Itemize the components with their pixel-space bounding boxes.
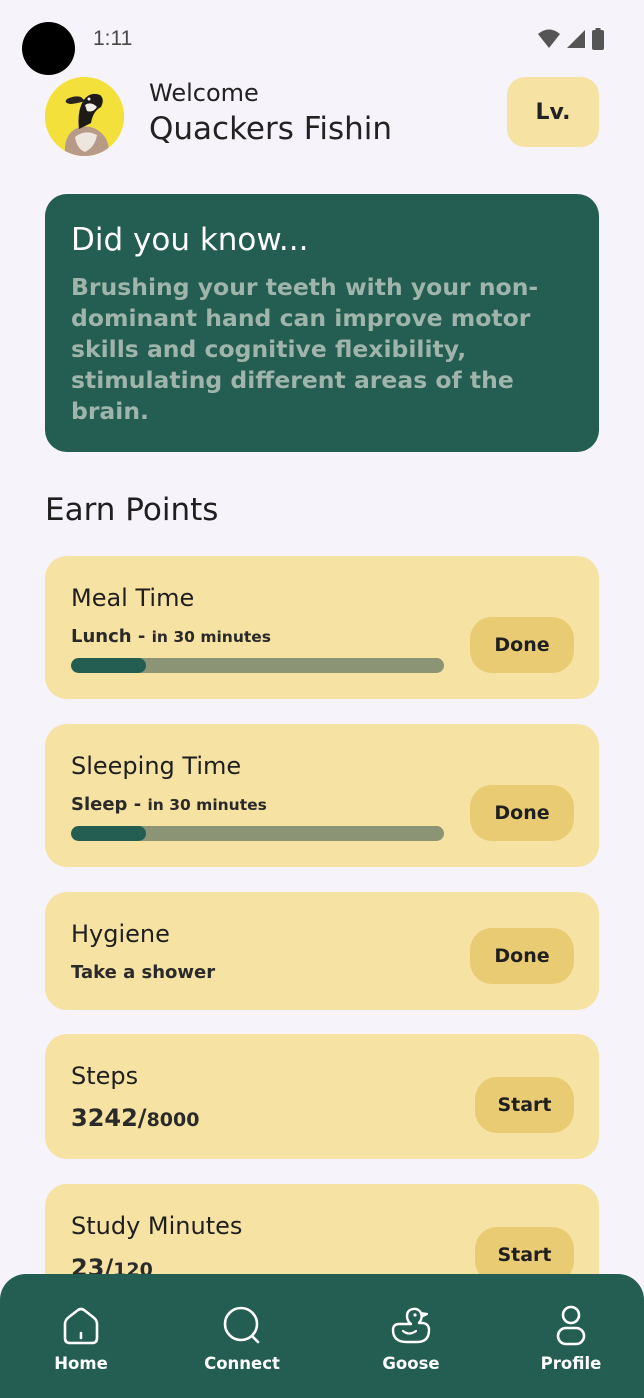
goose-avatar-image — [45, 77, 124, 156]
task-title: Sleeping Time — [71, 752, 242, 780]
user-name: Quackers Fishin — [149, 111, 393, 147]
task-title: Hygiene — [71, 920, 170, 948]
nav-label: Profile — [540, 1354, 602, 1373]
task-card-steps: Steps 3242/8000 Start — [45, 1034, 599, 1159]
nav-item-profile[interactable]: Profile — [516, 1304, 626, 1373]
search-icon — [223, 1306, 260, 1344]
task-subtitle: Take a shower — [71, 962, 216, 983]
steps-counter: 3242/8000 — [71, 1104, 199, 1132]
fact-card: Did you know... Brushing your teeth with… — [45, 194, 599, 452]
battery-icon — [592, 28, 604, 50]
duck-icon — [391, 1307, 431, 1344]
wifi-icon — [538, 29, 560, 48]
earn-points-title: Earn Points — [45, 492, 219, 528]
task-card-meal-time: Meal Time Lunch - in 30 minutes Done — [45, 556, 599, 699]
welcome-label: Welcome — [149, 79, 259, 107]
done-button[interactable]: Done — [470, 928, 574, 984]
person-icon — [556, 1305, 586, 1346]
task-card-sleeping-time: Sleeping Time Sleep - in 30 minutes Done — [45, 724, 599, 867]
done-button[interactable]: Done — [470, 617, 574, 673]
nav-label: Goose — [382, 1354, 440, 1373]
counter-goal: 8000 — [146, 1109, 200, 1131]
camera-cutout — [22, 22, 75, 75]
task-progress-bar — [71, 826, 444, 841]
task-sub-main: Sleep - — [71, 794, 142, 815]
nav-item-goose[interactable]: Goose — [356, 1304, 466, 1373]
task-card-hygiene: Hygiene Take a shower Done — [45, 892, 599, 1010]
fact-body: Brushing your teeth with your non-domina… — [71, 273, 539, 425]
task-title: Meal Time — [71, 584, 195, 612]
task-sub-time: in 30 minutes — [151, 628, 272, 646]
signal-icon — [567, 30, 585, 48]
nav-item-home[interactable]: Home — [26, 1304, 136, 1373]
bottom-nav: Home Connect Goose Profile — [0, 1274, 644, 1398]
task-sub-time: in 30 minutes — [147, 796, 267, 814]
done-button[interactable]: Done — [470, 785, 574, 841]
task-title: Steps — [71, 1062, 139, 1090]
avatar[interactable] — [45, 77, 124, 156]
counter-value: 3242/ — [71, 1104, 147, 1132]
nav-item-connect[interactable]: Connect — [187, 1304, 297, 1373]
task-progress-fill — [71, 658, 146, 673]
task-title: Study Minutes — [71, 1212, 243, 1240]
status-bar: 1:11 — [0, 0, 644, 78]
nav-label: Connect — [204, 1354, 280, 1373]
task-subtitle: Lunch - in 30 minutes — [71, 626, 271, 647]
task-sub-main: Lunch - — [71, 626, 146, 647]
task-progress-fill — [71, 826, 146, 841]
header: Welcome Quackers Fishin Lv. — [45, 77, 599, 157]
fact-title: Did you know... — [71, 222, 309, 258]
task-subtitle: Sleep - in 30 minutes — [71, 794, 267, 815]
home-icon — [63, 1307, 99, 1345]
task-progress-bar — [71, 658, 444, 673]
start-button[interactable]: Start — [475, 1077, 574, 1133]
status-time: 1:11 — [93, 27, 133, 50]
status-icons — [538, 28, 604, 50]
level-button[interactable]: Lv. — [507, 77, 599, 147]
nav-label: Home — [54, 1354, 108, 1373]
